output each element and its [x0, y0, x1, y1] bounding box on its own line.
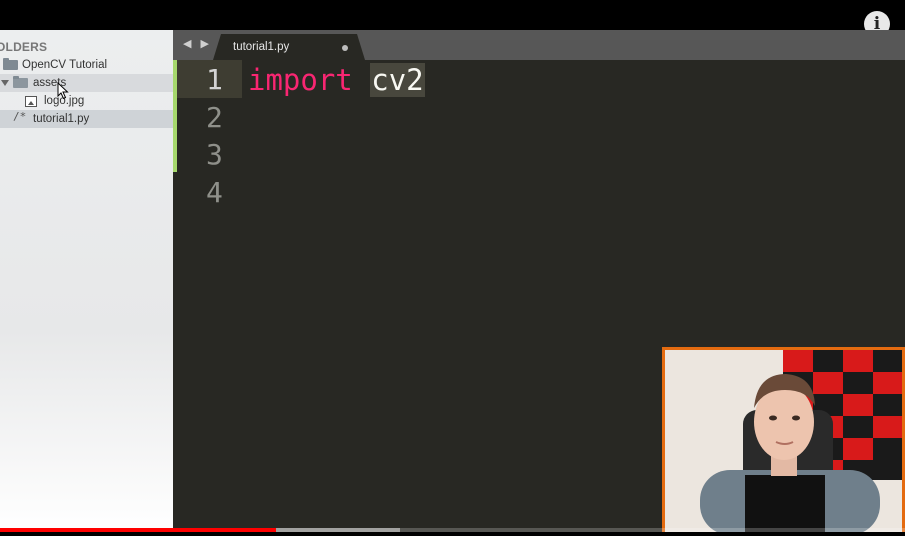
tab-label: tutorial1.py	[233, 41, 290, 53]
webcam-overlay	[662, 347, 905, 535]
code-line-1[interactable]: import cv2	[248, 63, 425, 97]
sidebar-header: OLDERS	[0, 40, 48, 54]
tab-nav-arrows[interactable]: ◀ ▶	[183, 37, 212, 50]
sidebar-item-project[interactable]: OpenCV Tutorial	[0, 56, 173, 74]
sidebar-item-label: OpenCV Tutorial	[22, 59, 108, 71]
folder-icon	[3, 58, 18, 70]
image-file-icon	[25, 96, 37, 107]
line-number: 3	[206, 138, 223, 171]
unsaved-dot-icon[interactable]	[342, 45, 348, 51]
chevron-down-icon[interactable]	[1, 80, 9, 86]
line-number: 2	[206, 101, 223, 134]
code-keyword: import	[248, 63, 353, 97]
sidebar-item-tutorial1[interactable]: /* tutorial1.py	[0, 110, 173, 128]
folder-open-icon	[13, 76, 28, 88]
bottom-strip	[0, 532, 905, 536]
code-file-icon: /*	[13, 110, 27, 123]
sidebar: OLDERS OpenCV Tutorial assets logo.jpg /…	[0, 30, 174, 532]
presenter-video	[665, 350, 902, 535]
line-number: 1	[206, 63, 223, 96]
tab-bar: ◀ ▶ tutorial1.py	[173, 30, 905, 60]
sidebar-item-label: tutorial1.py	[33, 113, 90, 125]
video-top-bar: i	[0, 0, 905, 37]
line-number: 4	[206, 176, 223, 209]
sidebar-item-assets[interactable]: assets	[0, 74, 173, 92]
sidebar-item-logo[interactable]: logo.jpg	[0, 92, 173, 110]
code-module: cv2	[370, 63, 425, 97]
tab-tutorial1[interactable]: tutorial1.py	[213, 34, 365, 60]
mouse-cursor-icon	[57, 82, 69, 100]
